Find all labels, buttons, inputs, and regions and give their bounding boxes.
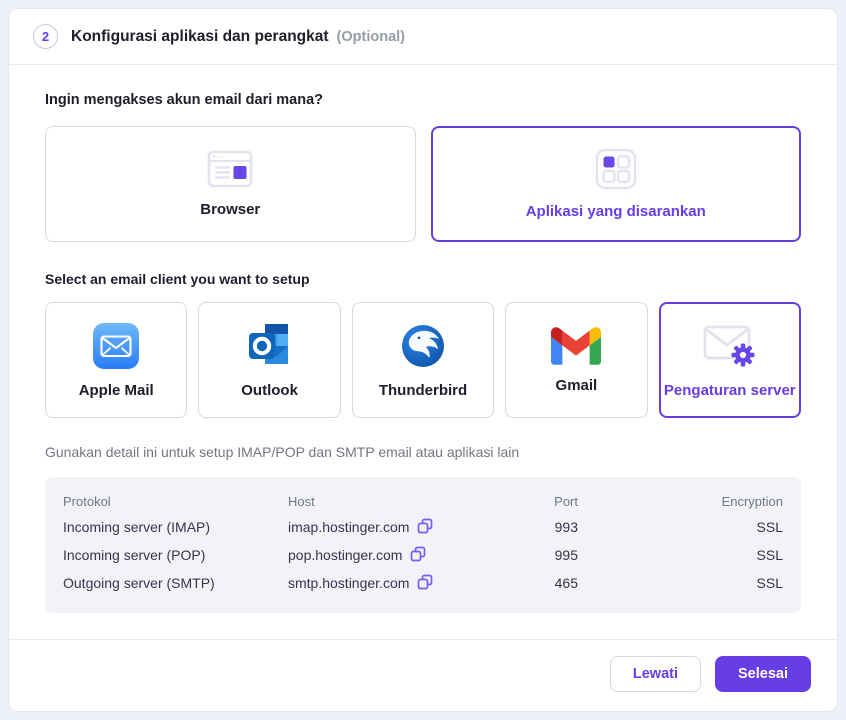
step-number-badge: 2	[33, 24, 58, 49]
option-recommended-apps-label: Aplikasi yang disarankan	[525, 203, 706, 220]
outlook-icon	[246, 322, 294, 370]
access-question: Ingin mengakses akun email dari mana?	[45, 92, 324, 108]
table-header-row: Protokol Host Port Encryption	[63, 489, 783, 513]
access-options: Browser Aplikasi yang disarankan	[45, 126, 801, 242]
footer-actions: Lewati Selesai	[9, 640, 837, 711]
col-host: Host	[288, 493, 315, 509]
option-browser[interactable]: Browser	[45, 126, 416, 242]
client-options: Apple Mail Outlook Thunderbird Gmail Pen…	[45, 302, 801, 418]
client-thunderbird[interactable]: Thunderbird	[351, 302, 495, 418]
copy-icon	[410, 546, 426, 565]
copy-smtp-host-button[interactable]	[417, 574, 433, 593]
setup-step-card: 2 Konfigurasi aplikasi dan perangkat (Op…	[8, 8, 838, 712]
table-row-pop: Incoming server (POP) pop.hostinger.com …	[63, 541, 783, 569]
client-section-heading: Select an email client you want to setup	[45, 271, 310, 287]
browser-window-icon	[207, 150, 253, 188]
skip-button[interactable]: Lewati	[609, 656, 701, 692]
step-content: Ingin mengakses akun email dari mana? Br…	[9, 65, 837, 639]
protocol-value: Outgoing server (SMTP)	[63, 575, 215, 591]
copy-icon	[417, 574, 433, 593]
col-protocol: Protokol	[63, 493, 111, 509]
table-row-imap: Incoming server (IMAP) imap.hostinger.co…	[63, 513, 783, 541]
apple-mail-icon	[92, 322, 140, 370]
step-header: 2 Konfigurasi aplikasi dan perangkat (Op…	[9, 9, 837, 64]
col-encryption: Encryption	[721, 493, 783, 509]
server-details-description: Gunakan detail ini untuk setup IMAP/POP …	[45, 444, 520, 460]
port-value: 995	[554, 547, 578, 563]
col-port: Port	[554, 493, 578, 509]
option-browser-label: Browser	[200, 201, 261, 218]
host-value: imap.hostinger.com	[288, 519, 410, 535]
finish-button[interactable]: Selesai	[715, 656, 811, 692]
port-value: 465	[554, 575, 578, 591]
option-recommended-apps[interactable]: Aplikasi yang disarankan	[430, 126, 801, 242]
optional-tag: (Optional)	[336, 28, 406, 45]
host-value: pop.hostinger.com	[288, 547, 403, 563]
host-value: smtp.hostinger.com	[288, 575, 410, 591]
port-value: 993	[554, 519, 578, 535]
encryption-value: SSL	[756, 575, 783, 591]
thunderbird-icon	[399, 322, 447, 370]
copy-imap-host-button[interactable]	[417, 518, 433, 537]
client-server-settings-label: Pengaturan server	[663, 381, 796, 399]
client-gmail[interactable]: Gmail	[505, 302, 648, 418]
client-outlook-label: Outlook	[241, 381, 298, 399]
protocol-value: Incoming server (POP)	[63, 547, 206, 563]
client-apple-mail[interactable]: Apple Mail	[45, 302, 188, 418]
table-row-smtp: Outgoing server (SMTP) smtp.hostinger.co…	[63, 569, 783, 597]
client-server-settings[interactable]: Pengaturan server	[658, 302, 801, 418]
client-gmail-label: Gmail	[555, 376, 598, 394]
step-title: Konfigurasi aplikasi dan perangkat	[71, 27, 329, 45]
client-apple-mail-label: Apple Mail	[78, 381, 154, 399]
encryption-value: SSL	[756, 519, 783, 535]
copy-pop-host-button[interactable]	[410, 546, 426, 565]
mail-settings-icon	[702, 322, 758, 370]
client-thunderbird-label: Thunderbird	[378, 381, 468, 399]
protocol-value: Incoming server (IMAP)	[63, 519, 211, 535]
copy-icon	[417, 518, 433, 537]
client-outlook[interactable]: Outlook	[198, 302, 341, 418]
app-grid-icon	[595, 148, 637, 190]
server-details-table: Protokol Host Port Encryption Incoming s…	[45, 477, 801, 613]
gmail-icon	[551, 326, 602, 365]
encryption-value: SSL	[756, 547, 783, 563]
